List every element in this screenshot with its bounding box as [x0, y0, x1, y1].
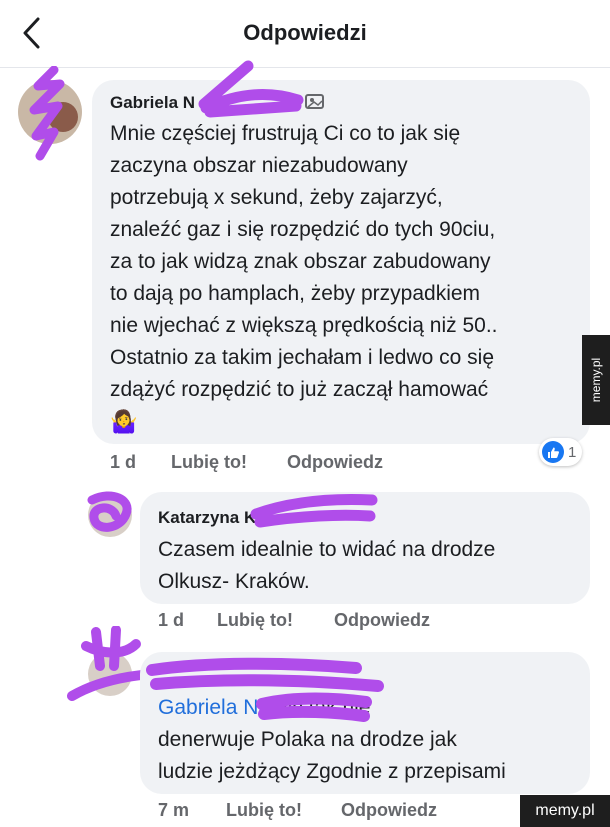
comment-time: 1 d: [158, 610, 185, 630]
comment-text-line: zaczyna obszar niezabudowany: [110, 154, 408, 177]
comment-text-line: to dają po hamplach, żeby przypadkiem: [110, 282, 481, 305]
comment-time: 7 m: [158, 800, 190, 820]
reply-author[interactable]: Katarzyna K: [158, 508, 256, 528]
reaction-count[interactable]: 1: [539, 438, 583, 466]
reply-button[interactable]: Odpowiedz: [287, 452, 383, 473]
reply-text-line: Olkusz- Kraków.: [158, 570, 310, 593]
comment-text-line: znaleźć gaz i się rozpędzić do tych 90ci…: [110, 218, 496, 241]
comment-text-line: nie wjechać z większą prędkością niż 50.…: [110, 314, 498, 337]
redaction-scribble: [87, 491, 132, 532]
comment-text-line: Mnie częściej frustrują Ci co to jak się: [110, 122, 461, 145]
comment-text-line: potrzebują x sekund, żeby zajarzyć,: [110, 186, 443, 209]
gif-icon: [305, 94, 324, 109]
reply-button[interactable]: Odpowiedz: [341, 800, 437, 821]
shrug-emoji: 🤷‍♀️: [110, 409, 138, 434]
comment-time: 1 d: [110, 452, 137, 472]
reply-text: Czasem idealnie to widać na drodze Olkus…: [158, 534, 578, 598]
comment-text-line: za to jak widzą znak obszar zabudowany: [110, 250, 491, 273]
reaction-count-label: 1: [568, 443, 577, 461]
redaction-scribble: [256, 692, 372, 722]
reply-text-line: ludzie jeżdżący Zgodnie z przepisami: [158, 760, 506, 783]
thumbs-up-icon: [542, 441, 564, 463]
comment-text-line: Ostatnio za takim jechałam i ledwo co si…: [110, 346, 494, 369]
like-button[interactable]: Lubię to!: [171, 452, 247, 473]
watermark-side-text: memy.pl: [589, 357, 604, 403]
like-button[interactable]: Lubię to!: [226, 800, 302, 821]
comment-text-line: zdążyć rozpędzić to już zaczął hamować: [110, 378, 489, 401]
watermark-side: memy.pl: [582, 335, 610, 425]
comment-text: Mnie częściej frustrują Ci co to jak się…: [110, 118, 580, 438]
redaction-scribble: [250, 494, 378, 528]
redaction-scribble: [198, 60, 304, 118]
reply-text-line: Czasem idealnie to widać na drodze: [158, 538, 496, 561]
reply-button[interactable]: Odpowiedz: [334, 610, 430, 631]
reply-text-line: denerwuje Polaka na drodze jak: [158, 728, 457, 751]
watermark-bottom: memy.pl: [520, 795, 610, 827]
header-bar: Odpowiedzi: [0, 0, 610, 68]
page-title: Odpowiedzi: [243, 20, 367, 45]
like-button[interactable]: Lubię to!: [217, 610, 293, 631]
redaction-scribble: [29, 66, 65, 161]
mention-link[interactable]: Gabriela N: [158, 696, 258, 719]
comment-author[interactable]: Gabriela N: [110, 93, 195, 113]
